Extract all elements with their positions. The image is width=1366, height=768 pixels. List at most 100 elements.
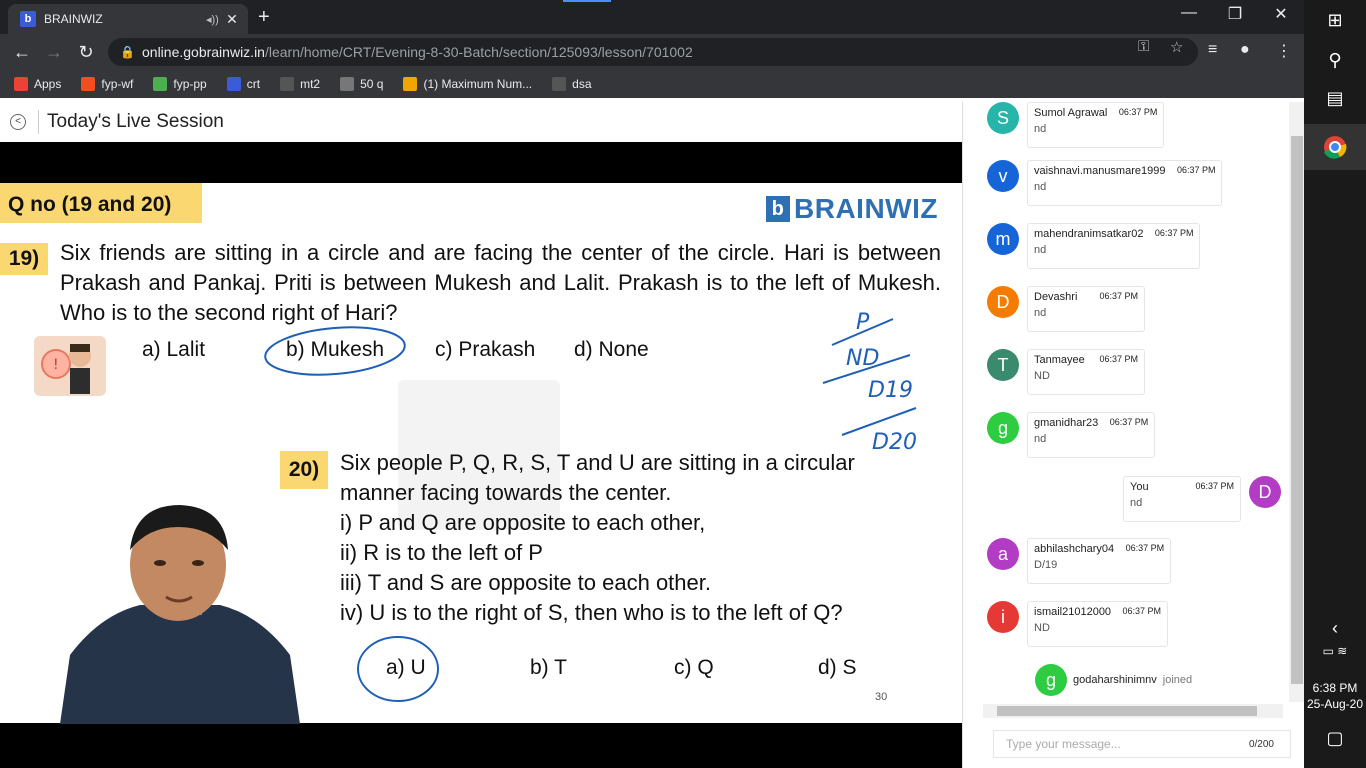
annotation-d19: D19 <box>868 378 913 403</box>
page-header: < Today's Live Session <box>0 102 962 142</box>
chrome-icon <box>1324 136 1347 159</box>
chat-bubble: Sumol Agrawal 06:37 PM nd <box>1027 102 1165 148</box>
menu-kebab-icon[interactable]: ⋮ <box>1276 41 1292 61</box>
chat-timestamp: 06:37 PM <box>1118 107 1158 117</box>
chat-user-name: Sumol Agrawal <box>1034 107 1108 119</box>
avatar: a <box>987 538 1019 570</box>
chat-char-count: 0/200 <box>1248 739 1274 750</box>
chat-message-text: nd <box>1034 123 1047 135</box>
handwritten-annotations: P ND D19 D20 <box>264 310 917 702</box>
bookmark-item[interactable]: crt <box>226 77 260 91</box>
chat-message: g gmanidhar23 06:37 PM nd <box>987 412 1156 458</box>
windows-start-icon[interactable]: ⊞ <box>1304 10 1366 31</box>
avatar: v <box>987 160 1019 192</box>
taskbar-active-app[interactable] <box>1304 124 1366 170</box>
clock-date: 25-Aug-20 <box>1306 697 1364 711</box>
url-path: /learn/home/CRT/Evening-8-30-Batch/secti… <box>264 44 693 60</box>
new-tab-icon[interactable]: + <box>258 6 270 29</box>
task-view-icon[interactable]: ▤ <box>1304 88 1366 109</box>
tab-close-icon[interactable]: ✕ <box>222 11 242 28</box>
bookmark-label: (1) Maximum Num... <box>423 77 533 91</box>
chat-user-name: gmanidhar23 <box>1034 417 1099 429</box>
chat-timestamp: 06:37 PM <box>1099 354 1138 364</box>
tab-brainwiz[interactable]: b BRAINWIZ ◂)) ✕ <box>8 4 248 34</box>
bookmark-item[interactable]: (1) Maximum Num... <box>403 77 532 91</box>
bookmark-label: 50 q <box>360 77 384 91</box>
bookmark-star-icon[interactable]: ☆ <box>1170 38 1183 56</box>
chat-timestamp: 06:37 PM <box>1154 228 1194 238</box>
chat-message: i ismail21012000 06:37 PM ND <box>987 601 1169 647</box>
chat-message: a abhilashchary04 06:37 PM D/19 <box>987 538 1172 584</box>
search-icon[interactable]: ⚲ <box>1304 50 1366 71</box>
tab-title: BRAINWIZ <box>44 12 103 26</box>
loading-accent <box>563 0 611 2</box>
bookmark-item[interactable]: fyp-wf <box>81 77 133 91</box>
chat-bubble: Tanmayee 06:37 PM ND <box>1027 349 1145 395</box>
address-bar[interactable]: 🔒 online.gobrainwiz.in/learn/home/CRT/Ev… <box>108 38 1198 66</box>
battery-wifi-icon[interactable]: ▭ ≋ <box>1304 644 1366 658</box>
back-arrow-icon[interactable]: ← <box>10 40 34 64</box>
lock-icon: 🔒 <box>120 45 135 59</box>
live-video-player[interactable]: Q no (19 and 20) b BRAINWIZ 19) Six frie… <box>0 142 962 768</box>
window-close-icon[interactable]: ✕ <box>1258 4 1304 24</box>
chat-message-text: ND <box>1034 622 1050 634</box>
chat-message-input[interactable]: Type your message... 0/200 <box>993 730 1291 758</box>
browser-toolbar: ← → ↻ 🔒 online.gobrainwiz.in/learn/home/… <box>0 34 1304 70</box>
restore-icon[interactable]: ❐ <box>1212 4 1258 24</box>
profile-icon[interactable]: ● <box>1240 41 1250 59</box>
bookmark-label: Apps <box>34 77 62 91</box>
presentation-slide: Q no (19 and 20) b BRAINWIZ 19) Six frie… <box>0 183 962 724</box>
notification-icon[interactable]: ▢ <box>1304 728 1366 749</box>
chat-timestamp: 06:37 PM <box>1195 481 1234 491</box>
apps-grid-icon <box>14 77 28 91</box>
bookmark-label: fyp-pp <box>173 77 207 91</box>
chat-horizontal-scrollbar[interactable] <box>983 704 1283 718</box>
avatar: g <box>1035 664 1067 696</box>
bookmark-item[interactable]: mt2 <box>280 77 320 91</box>
chat-user-name: vaishnavi.manusmare1999 <box>1034 165 1166 177</box>
chat-user-name: Devashri <box>1034 291 1078 303</box>
avatar: m <box>987 223 1019 255</box>
back-circle-icon[interactable]: < <box>10 114 26 130</box>
speaker-icon[interactable]: ◂)) <box>206 13 222 26</box>
chat-timestamp: 06:37 PM <box>1176 165 1216 175</box>
avatar: T <box>987 349 1019 381</box>
globe-icon <box>340 77 355 91</box>
chevron-left-icon[interactable]: ‹ <box>1304 618 1366 639</box>
windows-taskbar: ⊞ ⚲ ▤ ‹ ▭ ≋ 6:38 PM 25-Aug-20 ▢ <box>1304 0 1366 768</box>
taskbar-clock[interactable]: 6:38 PM 25-Aug-20 <box>1304 680 1366 712</box>
browser-window: b BRAINWIZ ◂)) ✕ + — ❐ ✕ ← → ↻ 🔒 online.… <box>0 0 1305 768</box>
forward-arrow-icon[interactable]: → <box>42 40 66 64</box>
chat-vertical-scrollbar[interactable] <box>1289 102 1305 702</box>
chat-bubble: You 06:37 PM nd <box>1123 476 1241 522</box>
chat-message-text: D/19 <box>1034 559 1058 571</box>
chat-user-name: ismail21012000 <box>1034 606 1112 618</box>
chat-timestamp: 06:37 PM <box>1099 291 1138 301</box>
bookmark-item[interactable]: Apps <box>14 77 61 91</box>
chat-message-text: nd <box>1130 497 1143 509</box>
chat-timestamp: 06:37 PM <box>1125 543 1165 553</box>
reload-icon[interactable]: ↻ <box>74 40 98 64</box>
scroll-thumb[interactable] <box>997 706 1257 716</box>
bookmark-item[interactable]: dsa <box>552 77 592 91</box>
avatar: i <box>987 601 1019 633</box>
media-queue-icon[interactable]: ≡ <box>1208 41 1217 59</box>
chat-message-text: nd <box>1034 244 1047 256</box>
chat-bubble: gmanidhar23 06:37 PM nd <box>1027 412 1156 458</box>
figma-icon <box>81 77 96 91</box>
avatar: S <box>987 102 1019 134</box>
chat-message: D You 06:37 PM nd <box>1123 476 1281 522</box>
bookmarks-bar: Apps fyp-wf fyp-pp crt mt2 50 q (1) Maximum Nu… <box>0 70 1304 98</box>
key-icon[interactable]: ⚿ <box>1138 38 1149 55</box>
bookmark-item[interactable]: fyp-pp <box>153 77 207 91</box>
minimize-icon[interactable]: — <box>1166 4 1212 22</box>
annotation-nd: ND <box>846 346 879 371</box>
annotation-d20: D20 <box>872 430 917 455</box>
chat-bubble: Devashri 06:37 PM nd <box>1027 286 1145 332</box>
chat-bubble: ismail21012000 06:37 PM ND <box>1027 601 1169 647</box>
avatar: D <box>1249 476 1281 508</box>
bookmark-item[interactable]: 50 q <box>340 77 383 91</box>
live-chat-panel: S Sumol Agrawal 06:37 PM nd v vaishnavi.manus… <box>962 102 1305 768</box>
scroll-thumb[interactable] <box>1291 136 1303 684</box>
chat-bubble: mahendranimsatkar02 06:37 PM nd <box>1027 223 1201 269</box>
